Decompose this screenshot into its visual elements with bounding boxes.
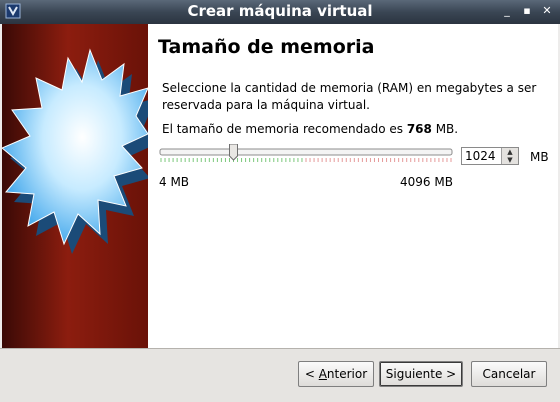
- slider-handle[interactable]: [229, 143, 238, 161]
- back-mnemonic: A: [318, 367, 327, 381]
- recommended-suffix: MB.: [431, 122, 459, 136]
- next-button[interactable]: Siguiente >: [379, 361, 463, 387]
- slider-ticks: [160, 158, 452, 162]
- memory-slider[interactable]: [159, 143, 453, 168]
- page-body: Tamaño de memoria Seleccione la cantidad…: [148, 24, 558, 348]
- wizard-banner: [2, 24, 148, 348]
- window-title: Crear máquina virtual: [187, 2, 373, 20]
- page-title: Tamaño de memoria: [158, 36, 375, 58]
- maximize-icon[interactable]: ▪: [520, 4, 534, 18]
- spin-up-icon[interactable]: ▲: [502, 148, 518, 156]
- back-button[interactable]: < Anterior: [298, 361, 374, 387]
- button-bar: < Anterior Siguiente > Cancelar: [0, 348, 560, 402]
- dialog-content: Tamaño de memoria Seleccione la cantidad…: [2, 24, 558, 348]
- close-icon[interactable]: ✕: [540, 4, 554, 18]
- wizard-banner-graphic: [2, 48, 148, 254]
- slider-min-label: 4 MB: [159, 175, 190, 189]
- back-label-rest: nterior: [326, 367, 368, 381]
- recommended-memory-text: El tamaño de memoria recomendado es 768 …: [162, 122, 458, 136]
- slider-track: [159, 148, 453, 156]
- page-description: Seleccione la cantidad de memoria (RAM) …: [162, 81, 537, 112]
- memory-unit-label: MB: [530, 150, 549, 164]
- slider-max-label: 4096 MB: [400, 175, 453, 189]
- title-bar[interactable]: Crear máquina virtual _ ▪ ✕: [0, 0, 560, 24]
- cancel-button[interactable]: Cancelar: [471, 361, 547, 387]
- recommended-prefix: El tamaño de memoria recomendado es: [162, 122, 407, 136]
- spin-down-icon[interactable]: ▼: [502, 156, 518, 164]
- memory-spinbox[interactable]: 1024 ▲ ▼: [461, 147, 519, 165]
- memory-value-field[interactable]: 1024: [465, 149, 496, 163]
- recommended-value: 768: [406, 122, 432, 136]
- spin-buttons: ▲ ▼: [501, 148, 518, 164]
- dialog-window: Crear máquina virtual _ ▪ ✕ Tamaño de me…: [0, 0, 560, 402]
- minimize-icon[interactable]: _: [500, 4, 514, 18]
